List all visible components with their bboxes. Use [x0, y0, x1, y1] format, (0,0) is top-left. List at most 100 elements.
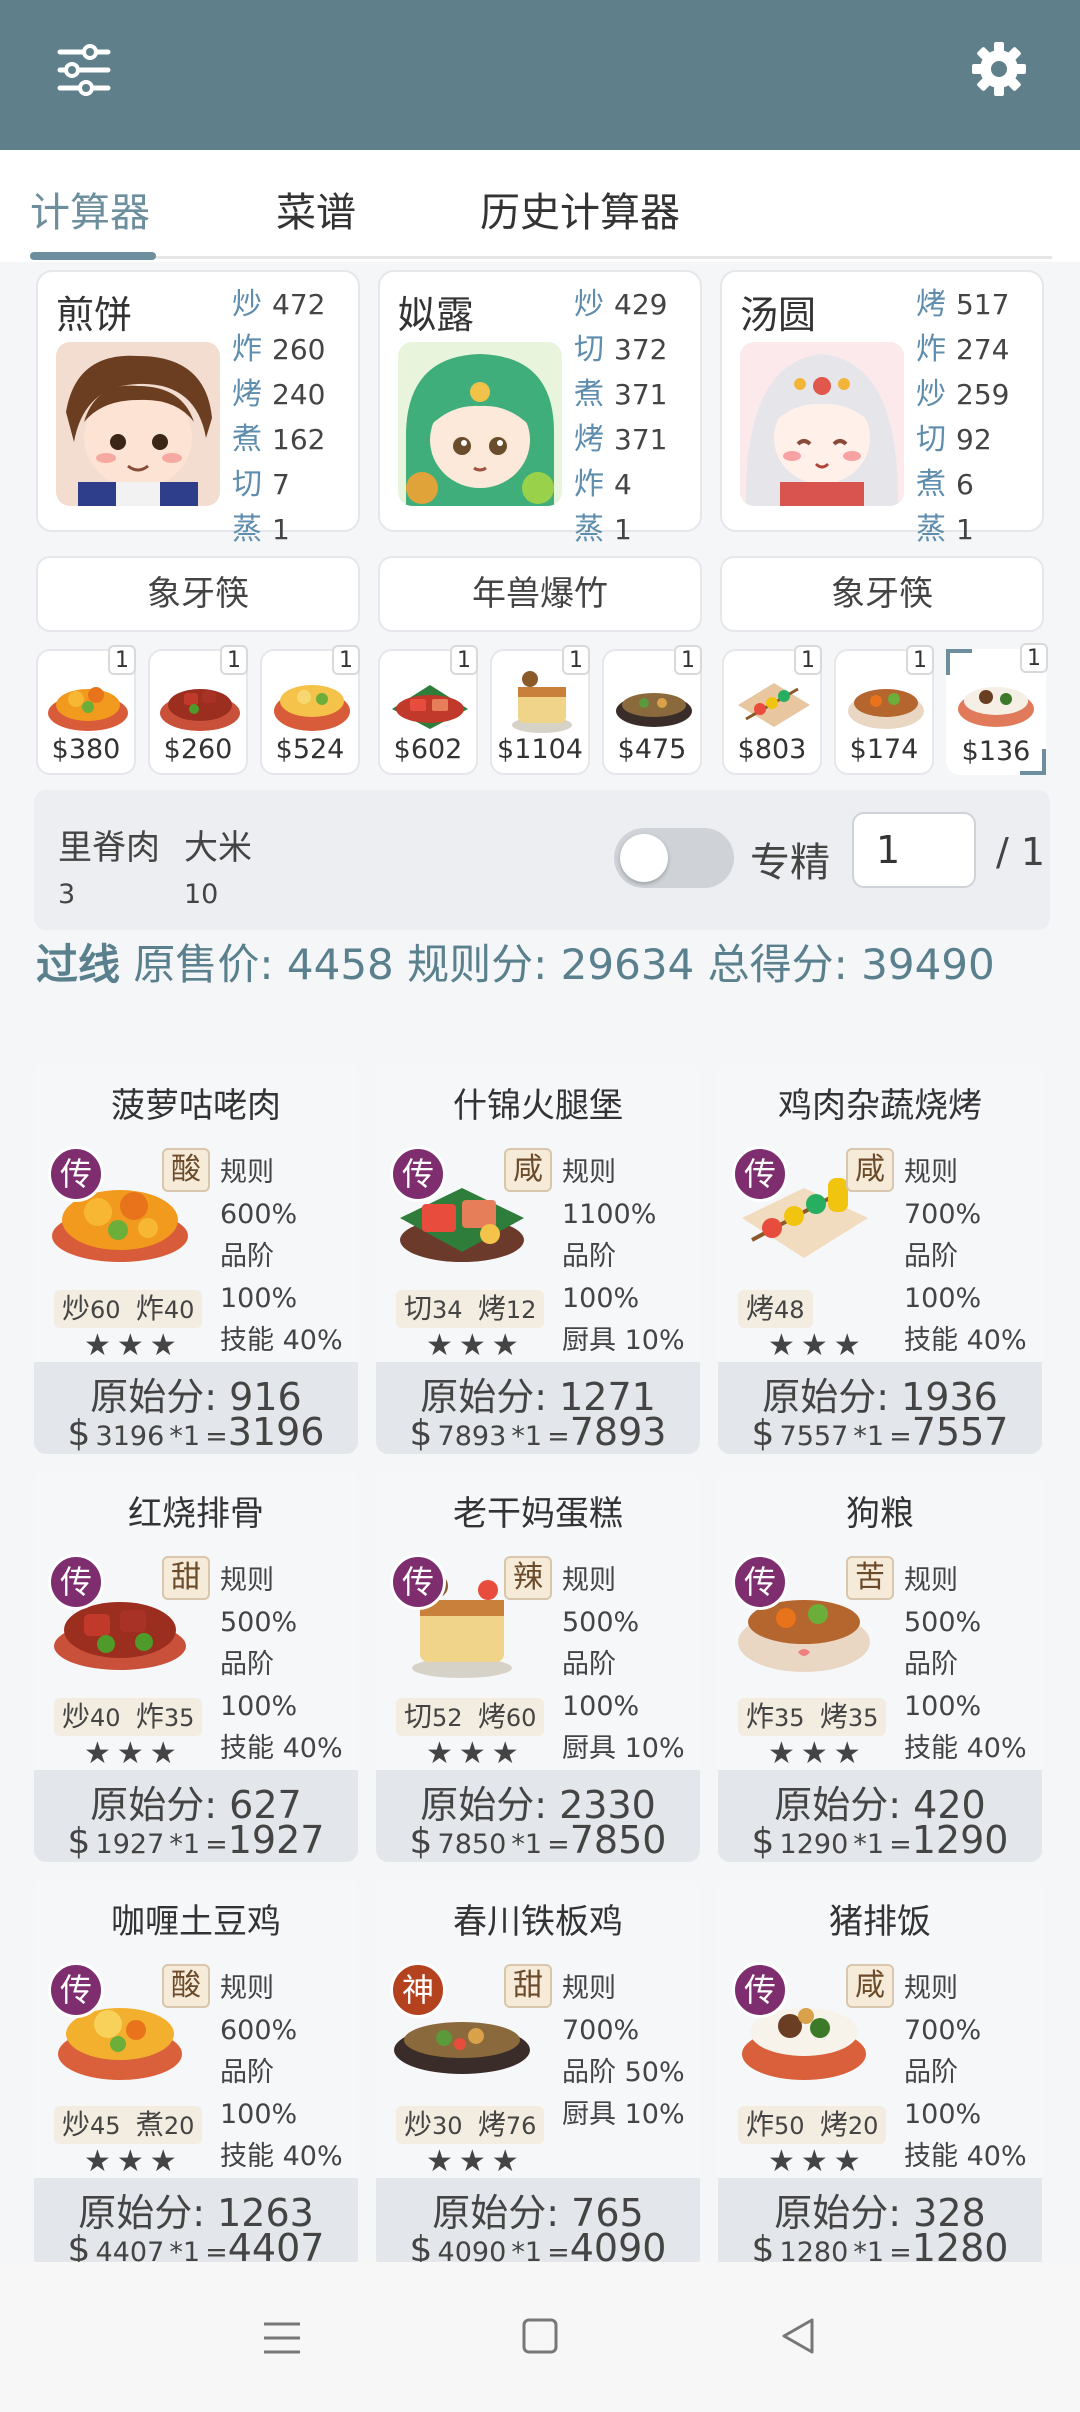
multiplier: *1 — [169, 1421, 201, 1452]
bonus-percent: 技能 40% — [904, 2141, 1027, 2172]
recipe-stats: 规则 700% 品阶 50% 厨具 10% — [562, 1968, 700, 2136]
dish-thumb[interactable]: 1 $524 — [260, 645, 360, 775]
equipment-button[interactable]: 年兽爆竹 — [378, 556, 702, 632]
bonus-percent: 厨具 10% — [562, 2099, 685, 2130]
dish-price: $260 — [163, 734, 233, 765]
recipe-card[interactable]: 菠萝咕咾肉传酸规则 600% 品阶 100% 技能 40% 炒60 炸40 ★★★ 原始分… — [34, 1062, 358, 1454]
dish-thumb[interactable]: 1 $1104 — [490, 645, 590, 775]
skill-row: 炒 429 — [574, 282, 667, 327]
calculator-content: 煎饼 炒 472 炸 260 烤 240 煮 162 切7 蒸1 姒露 炒 42… — [0, 262, 1080, 2270]
chef-card[interactable]: 汤圆 烤 517 炸 274 炒 259 切 92 煮6 蒸1 — [720, 270, 1044, 547]
skill-requirements: 炸50 烤20 — [738, 2106, 887, 2144]
skill-row: 切7 — [232, 462, 325, 507]
dish-thumb[interactable]: 1 $803 — [722, 645, 822, 775]
price-line: $ 7557 *1 =7557 — [718, 1410, 1042, 1454]
skill-value: 372 — [614, 333, 668, 366]
skill-name: 切 — [574, 332, 604, 367]
skill-value: 1 — [272, 513, 290, 546]
dish-thumb[interactable]: 1 $475 — [602, 645, 702, 775]
dish-thumb[interactable]: 1 $602 — [378, 645, 478, 775]
rule-percent: 规则 500% — [220, 1565, 298, 1638]
recipe-card[interactable]: 鸡肉杂蔬烧烤传咸规则 700% 品阶 100% 技能 40% 烤48 ★★★ 原始分: 1… — [718, 1062, 1042, 1454]
req-value: 60 — [90, 1296, 121, 1324]
recipe-name: 咖喱土豆鸡 — [111, 1902, 281, 1942]
req-value: 52 — [432, 1704, 463, 1732]
hamburger-icon[interactable] — [262, 2320, 302, 2356]
skill-value: 6 — [956, 468, 974, 501]
bonus-percent: 厨具 10% — [562, 1733, 685, 1764]
specialize-toggle[interactable] — [614, 828, 734, 888]
rarity-badge: 传 — [48, 1554, 104, 1610]
req-skill: 烤 — [746, 1292, 775, 1325]
score-footer: 原始分: 2330 $ 7850 *1 =7850 — [376, 1770, 700, 1862]
bonus-percent: 技能 40% — [220, 2141, 343, 2172]
recipe-card[interactable]: 什锦火腿堡传咸规则 1100% 品阶 100% 厨具 10% 切34 烤12 ★★★ 原始… — [376, 1062, 700, 1454]
skill-row: 蒸1 — [574, 507, 667, 552]
recipe-card[interactable]: 狗粮传苦规则 500% 品阶 100% 技能 40% 炸35 烤35 ★★★ 原始分: 4… — [718, 1470, 1042, 1862]
flavor-badge: 辣 — [504, 1556, 552, 1600]
rarity-badge: 传 — [732, 1554, 788, 1610]
skill-row: 烤 517 — [916, 282, 1009, 327]
unit-price: 7557 — [779, 1421, 849, 1452]
dollar-icon: $ — [67, 1821, 91, 1862]
dish-thumb[interactable]: 1 $174 — [834, 645, 934, 775]
req-skill: 炸 — [135, 1292, 164, 1325]
grade-percent: 品阶 100% — [904, 1241, 982, 1314]
dollar-icon: $ — [751, 1821, 775, 1862]
recipe-card[interactable]: 红烧排骨传甜规则 500% 品阶 100% 技能 40% 炒40 炸35 ★★★ 原始分:… — [34, 1470, 358, 1862]
recipe-stats: 规则 700% 品阶 100% 技能 40% — [904, 1968, 1042, 2178]
rule-percent: 规则 500% — [904, 1565, 982, 1638]
skill-value: 371 — [614, 378, 668, 411]
chef-card[interactable]: 姒露 炒 429 切 372 煮 371 烤 371 炸4 蒸1 — [378, 270, 702, 547]
total-score-value: 39490 — [861, 940, 995, 989]
dish-thumb-selected[interactable]: 1 $136 — [946, 643, 1048, 775]
tab-recipes[interactable]: 菜谱 — [276, 180, 356, 238]
skill-value: 4 — [614, 468, 632, 501]
unit-price: 1290 — [779, 1829, 849, 1860]
rarity-badge: 神 — [390, 1962, 446, 2018]
chef-card[interactable]: 煎饼 炒 472 炸 260 烤 240 煮 162 切7 蒸1 — [36, 270, 360, 547]
triangle-back-icon[interactable] — [778, 2316, 818, 2356]
square-home-icon[interactable] — [522, 2318, 558, 2354]
req-value: 35 — [847, 1704, 879, 1732]
equipment-button[interactable]: 象牙筷 — [36, 556, 360, 632]
skill-value: 472 — [272, 288, 326, 321]
skill-requirements: 烤48 — [738, 1290, 813, 1328]
star-rating: ★★★ — [84, 2144, 183, 2179]
tab-calculator[interactable]: 计算器 — [30, 180, 150, 238]
skill-value: 92 — [956, 423, 992, 456]
skill-row: 煮 162 — [232, 417, 325, 462]
recipe-card[interactable]: 咖喱土豆鸡传酸规则 600% 品阶 100% 技能 40% 炒45 煮20 ★★★ 原始分… — [34, 1878, 358, 2270]
gear-icon[interactable] — [970, 40, 1028, 98]
skill-value: 517 — [956, 288, 1010, 321]
flavor-badge: 酸 — [162, 1148, 210, 1192]
dish-thumb[interactable]: 1 $260 — [148, 645, 248, 775]
ingredient-panel: 里脊肉 3 大米 10 专精 1 / 1 — [34, 790, 1050, 930]
req-skill: 炸 — [746, 1700, 775, 1733]
skill-value: 1 — [956, 513, 974, 546]
equipment-button[interactable]: 象牙筷 — [720, 556, 1044, 632]
tab-divider — [30, 256, 1052, 259]
dish-thumb[interactable]: 1 $380 — [36, 645, 136, 775]
dish-count-badge: 1 — [674, 645, 702, 675]
sliders-menu-icon[interactable] — [56, 42, 112, 98]
grade-percent: 品阶 100% — [562, 1241, 640, 1314]
recipe-card[interactable]: 猪排饭传咸规则 700% 品阶 100% 技能 40% 炸50 烤20 ★★★ 原始分: … — [718, 1878, 1042, 2270]
count-input[interactable]: 1 — [852, 812, 976, 888]
skill-value: 1 — [614, 513, 632, 546]
recipe-card[interactable]: 春川铁板鸡神甜规则 700% 品阶 50% 厨具 10% 炒30 烤76 ★★★ 原始分:… — [376, 1878, 700, 2270]
req-skill: 煮 — [135, 2108, 164, 2141]
ingredient-name: 里脊肉 — [58, 828, 160, 868]
star-rating: ★★★ — [84, 1736, 183, 1771]
bonus-percent: 技能 40% — [220, 1733, 343, 1764]
unit-price: 7850 — [437, 1829, 507, 1860]
req-value: 35 — [163, 1704, 195, 1732]
tab-history-calculator[interactable]: 历史计算器 — [480, 180, 680, 238]
grade-percent: 品阶 50% — [562, 2057, 685, 2088]
skill-name: 蒸 — [574, 512, 604, 547]
dish-price: $803 — [737, 734, 807, 765]
skill-row: 烤 371 — [574, 417, 667, 462]
recipe-card[interactable]: 老干妈蛋糕传辣规则 500% 品阶 100% 厨具 10% 切52 烤60 ★★★ 原始分… — [376, 1470, 700, 1862]
req-skill: 炒 — [404, 2108, 433, 2141]
skill-value: 259 — [956, 378, 1010, 411]
